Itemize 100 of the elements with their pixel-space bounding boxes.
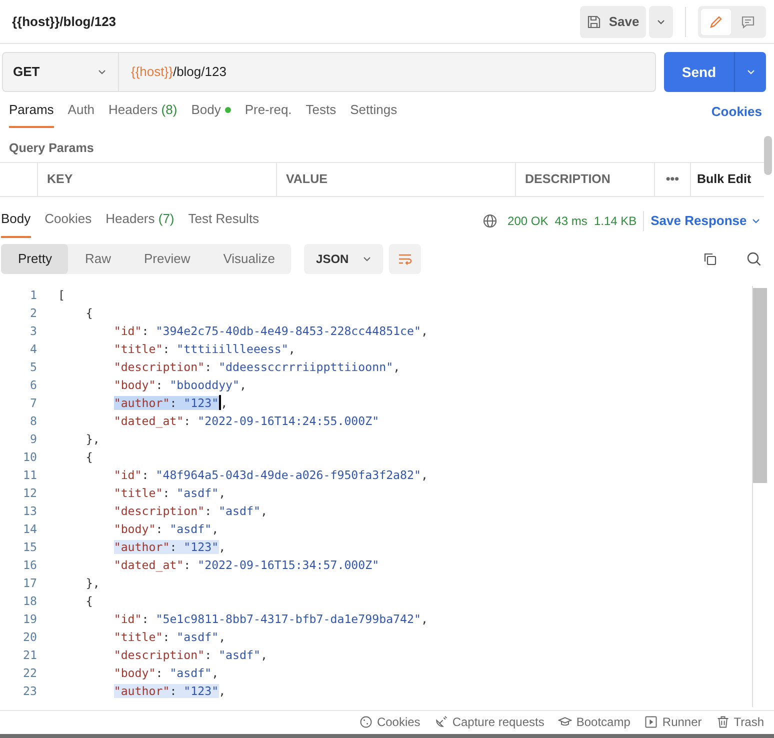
view-mode-tab[interactable]: Raw [68, 244, 127, 274]
code-token: "description" [112, 504, 205, 518]
bulk-edit-button[interactable]: Bulk Edit [697, 170, 752, 189]
code-token: , [393, 360, 400, 374]
code-token: "5e1c9811-8bb7-4317-bfb7-da1e799ba742" [156, 612, 421, 626]
code-token: "asdf" [218, 648, 260, 662]
response-tab[interactable]: Headers (7) [106, 201, 174, 238]
response-tab[interactable]: Cookies [44, 201, 92, 238]
line-number: 7 [29, 394, 37, 412]
code-token: : [170, 540, 178, 554]
play-icon [644, 715, 658, 729]
code-token: , [218, 540, 226, 554]
save-button[interactable]: Save [580, 6, 646, 38]
line-number: 1 [29, 286, 37, 304]
status-code: 200 OK [508, 213, 548, 230]
code-token: "48f964a5-043d-49de-a026-f950fa3f2a82" [156, 468, 421, 482]
code-token: }, [84, 432, 100, 446]
request-tab[interactable]: Body [191, 92, 231, 128]
code-token: "2022-09-16T15:34:57.000Z" [198, 558, 380, 572]
request-tab[interactable]: Tests [306, 92, 336, 128]
column-header: DESCRIPTION [515, 163, 654, 196]
response-time: 43 ms [554, 213, 588, 230]
comment-icon [740, 14, 756, 30]
request-tab[interactable]: Settings [350, 92, 398, 128]
column-header: VALUE [276, 163, 515, 196]
line-number: 5 [29, 358, 37, 376]
scrollbar[interactable] [752, 286, 766, 706]
code-token: , [218, 684, 226, 698]
request-tab[interactable]: Auth [68, 92, 95, 128]
status-bar-item[interactable]: Cookies [358, 713, 420, 731]
code-token: : [142, 468, 150, 482]
send-dropdown-button[interactable] [734, 52, 766, 92]
line-number: 21 [22, 646, 37, 664]
line-number: 10 [22, 448, 37, 466]
status-bar-item[interactable]: Trash [716, 713, 764, 731]
code-token: "123" [184, 396, 219, 410]
code-token: : [162, 342, 171, 356]
line-number: 19 [22, 610, 37, 628]
edit-toggle[interactable] [701, 8, 731, 34]
code-token: : [170, 396, 178, 410]
code-token: "asdf" [170, 666, 212, 680]
code-token: { [84, 594, 93, 608]
code-token: , [212, 522, 219, 536]
code-token: "asdf" [176, 486, 219, 500]
code-token: : [156, 666, 164, 680]
line-number: 4 [29, 340, 37, 358]
request-tab[interactable]: Headers (8) [108, 92, 178, 128]
code-token: "dated_at" [112, 558, 184, 572]
copy-icon[interactable] [702, 250, 718, 266]
code-token: : [170, 684, 178, 698]
request-tab[interactable]: Params [9, 92, 54, 128]
response-tab[interactable]: Body [1, 201, 31, 238]
line-number: 12 [22, 484, 37, 502]
code-token: , [212, 666, 219, 680]
view-mode-tab[interactable]: Visualize [206, 244, 292, 274]
status-bar-item[interactable]: Bootcamp [558, 713, 630, 731]
search-icon[interactable] [746, 250, 762, 266]
view-mode-tab[interactable]: Preview [126, 244, 206, 274]
code-token: "bbooddyy" [170, 378, 240, 392]
more-options-button[interactable]: ••• [666, 170, 680, 189]
code-token: , [260, 504, 268, 518]
send-button[interactable]: Send [664, 52, 734, 92]
line-number: 20 [22, 628, 37, 646]
column-header: KEY [37, 163, 276, 196]
line-number: 16 [22, 556, 37, 574]
status-bar-item[interactable]: Capture requests [434, 713, 544, 731]
line-number: 11 [22, 466, 37, 484]
code-token: "id" [112, 324, 142, 338]
code-token: "asdf" [176, 630, 219, 644]
request-tab[interactable]: Pre-req. [244, 92, 292, 128]
globe-icon [482, 213, 498, 229]
code-token: : [184, 414, 192, 428]
view-mode-tab[interactable]: Pretty [1, 244, 68, 274]
scrollbar-thumb[interactable] [753, 288, 767, 482]
cookies-link[interactable]: Cookies [711, 102, 762, 122]
code-token: { [84, 306, 93, 320]
code-token: : [142, 324, 150, 338]
line-number: 22 [22, 664, 37, 682]
code-token: "asdf" [170, 522, 212, 536]
format-dropdown[interactable]: JSON [304, 244, 383, 274]
code-token: "description" [112, 648, 205, 662]
response-tab[interactable]: Test Results [188, 201, 260, 238]
line-number: 2 [29, 304, 37, 322]
code-token: : [142, 612, 150, 626]
code-token: : [162, 486, 171, 500]
code-token: , [240, 378, 246, 392]
save-response-dropdown[interactable]: Save Response [650, 211, 762, 231]
code-token: , [260, 648, 268, 662]
code-token: "2022-09-16T14:24:55.000Z" [198, 414, 380, 428]
code-token: "author" [114, 684, 170, 698]
status-bar-item[interactable]: Runner [644, 713, 702, 731]
code-token: "asdf" [218, 504, 260, 518]
code-token: }, [84, 576, 100, 590]
code-token: : [184, 558, 192, 572]
code-token: "title" [112, 630, 163, 644]
code-token: "description" [112, 360, 205, 374]
code-token: [ [58, 288, 65, 302]
code-token: "id" [112, 612, 142, 626]
scrollbar[interactable] [764, 136, 772, 175]
wrap-lines-button[interactable] [389, 244, 422, 274]
